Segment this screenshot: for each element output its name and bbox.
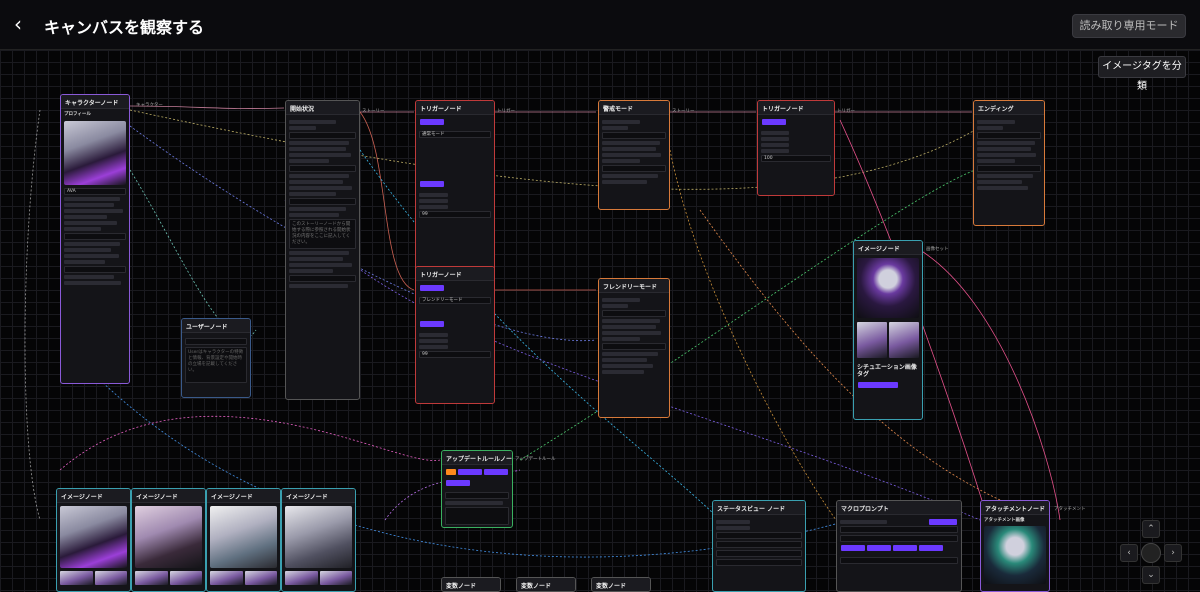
user-placeholder: Userはキャラクターの特徴と情報、背景設定や開始時の立場を記載してください。: [188, 350, 244, 373]
port-label-trigger: トリガー: [497, 109, 515, 114]
node-title: エンディング: [974, 101, 1044, 115]
image-node-b[interactable]: イメージノード: [131, 488, 206, 592]
port-label-story-2: ストーリー: [672, 109, 695, 114]
trigger-value-field[interactable]: フレンドリーモード: [419, 297, 491, 304]
node-title: 変数ノード: [517, 578, 575, 591]
character-node[interactable]: キャラクターノード プロフィール AVA: [60, 94, 130, 384]
node-title: イメージノード: [207, 489, 280, 503]
caution-mode-node[interactable]: 警戒モード: [598, 100, 670, 210]
variable-node-b[interactable]: 変数ノード: [516, 577, 576, 592]
attachment-subtitle: アタッチメント画像: [984, 518, 1025, 523]
chevron-up-icon[interactable]: ⌃: [1142, 520, 1160, 538]
variable-node-a[interactable]: 変数ノード: [441, 577, 501, 592]
node-title: トリガーノード: [416, 101, 494, 115]
port-label-attachment: アタッチメント: [1054, 507, 1086, 512]
node-title: アップデートルールノード: [442, 451, 512, 465]
node-title: アタッチメントノード: [981, 501, 1049, 515]
threshold-field[interactable]: 99: [419, 211, 491, 218]
node-title: 変数ノード: [592, 578, 650, 591]
image-node-a[interactable]: イメージノード: [56, 488, 131, 592]
page-title: キャンバスを観察する: [44, 18, 205, 37]
user-node[interactable]: ユーザーノード Userはキャラクターの特徴と情報、背景設定や開始時の立場を記載…: [181, 318, 251, 398]
mode-tag: [420, 119, 444, 125]
port-label-update: アップデートルール: [515, 457, 556, 462]
node-title: イメージノード: [132, 489, 205, 503]
attachment-image: [984, 526, 1046, 584]
ending-node[interactable]: エンディング: [973, 100, 1045, 226]
trigger-value-field[interactable]: 通常モード: [419, 131, 491, 138]
chevron-left-icon[interactable]: ‹: [14, 14, 34, 36]
update-rule-node[interactable]: アップデートルールノード: [441, 450, 513, 528]
node-title: トリガーノード: [416, 267, 494, 281]
threshold-field[interactable]: 99: [419, 351, 491, 358]
attachment-node[interactable]: アタッチメントノード アタッチメント画像: [980, 500, 1050, 592]
node-title: フレンドリーモード: [599, 279, 669, 293]
image-preview: [60, 506, 127, 568]
threshold-value: 99: [422, 212, 428, 217]
trigger-value: フレンドリーモード: [422, 298, 463, 303]
node-title: イメージノード: [854, 241, 922, 255]
port-label-trigger-2: トリガー: [837, 109, 855, 114]
node-title: イメージノード: [57, 489, 130, 503]
image-node-c[interactable]: イメージノード: [206, 488, 281, 592]
image-node-d[interactable]: イメージノード: [281, 488, 356, 592]
image-node-large[interactable]: イメージノード シチュエーション画像タグ: [853, 240, 923, 420]
node-title: イメージノード: [282, 489, 355, 503]
image-preview: [210, 506, 277, 568]
param-tag: [420, 321, 444, 327]
node-title: 開始状況: [286, 101, 359, 115]
node-title: キャラクターノード: [61, 95, 129, 109]
name-value: AVA: [67, 189, 76, 194]
top-bar: ‹ キャンバスを観察する 読み取り専用モード: [0, 0, 1200, 50]
chevron-left-icon[interactable]: ‹: [1120, 544, 1138, 562]
status-view-node[interactable]: ステータスビュー ノード: [712, 500, 806, 592]
node-title: マクロプロンプト: [837, 501, 961, 515]
port-label-story: ストーリー: [362, 109, 385, 114]
story-placeholder: このストーリーノードから開始する際に参照される開始状況の内容をここに記入してくだ…: [292, 222, 351, 245]
start-situation-node[interactable]: 開始状況 このストーリーノードから開始する際に参照される開始状況の内容をここに記…: [285, 100, 360, 400]
pan-control[interactable]: ⌃ ‹ › ⌄: [1118, 520, 1184, 586]
trigger-node-1[interactable]: トリガーノード 通常モード 99: [415, 100, 495, 290]
node-title: ステータスビュー ノード: [713, 501, 805, 515]
node-title: ユーザーノード: [182, 319, 250, 333]
character-portrait: [64, 121, 126, 185]
image-preview: [135, 506, 202, 568]
chevron-right-icon[interactable]: ›: [1164, 544, 1182, 562]
name-field[interactable]: AVA: [64, 188, 126, 195]
readonly-mode-button[interactable]: 読み取り専用モード: [1072, 14, 1186, 38]
chevron-down-icon[interactable]: ⌄: [1142, 566, 1160, 584]
user-description-input[interactable]: Userはキャラクターの特徴と情報、背景設定や開始時の立場を記載してください。: [185, 347, 247, 383]
param-tag: [420, 181, 444, 187]
param-tag: [762, 119, 786, 125]
trigger-value: 通常モード: [422, 132, 445, 137]
node-title: 警戒モード: [599, 101, 669, 115]
image-caption: シチュエーション画像タグ: [857, 364, 917, 378]
macro-prompt-node[interactable]: マクロプロンプト: [836, 500, 962, 592]
threshold-value: 99: [422, 352, 428, 357]
story-input[interactable]: このストーリーノードから開始する際に参照される開始状況の内容をここに記入してくだ…: [289, 219, 356, 249]
threshold-field[interactable]: 100: [761, 155, 831, 162]
trigger-node-3[interactable]: トリガーノード 100: [757, 100, 835, 196]
variable-node-c[interactable]: 変数ノード: [591, 577, 651, 592]
classify-image-tags-button[interactable]: イメージタグを分類: [1098, 56, 1186, 92]
image-preview: [285, 506, 352, 568]
port-label-imageset: 画像セット: [926, 247, 949, 252]
profile-section: プロフィール: [64, 112, 91, 117]
pan-center[interactable]: [1141, 543, 1161, 563]
node-title: 変数ノード: [442, 578, 500, 591]
situation-image: [857, 258, 919, 318]
threshold-value: 100: [764, 156, 773, 161]
friendly-mode-node[interactable]: フレンドリーモード: [598, 278, 670, 418]
mode-tag: [420, 285, 444, 291]
node-title: トリガーノード: [758, 101, 834, 115]
trigger-node-2[interactable]: トリガーノード フレンドリーモード 99: [415, 266, 495, 404]
node-canvas[interactable]: イメージタグを分類 キャラクターノード プロフィール AVA ユーザーノード U…: [0, 50, 1200, 592]
port-label-character: キャラクター: [136, 103, 163, 108]
